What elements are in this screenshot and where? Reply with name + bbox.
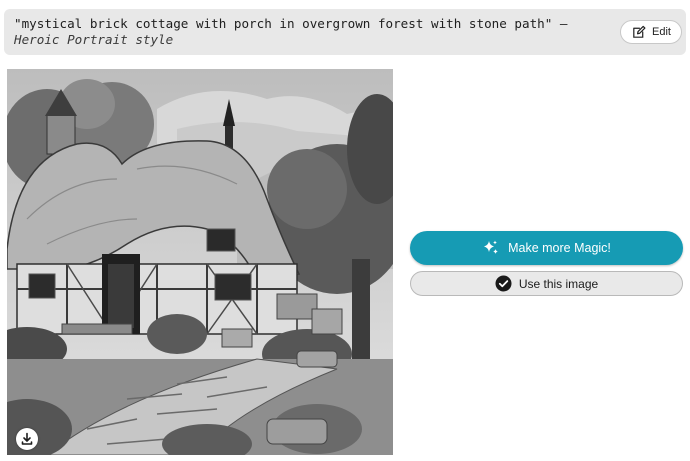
- download-icon: [21, 432, 33, 445]
- check-circle-icon: [495, 275, 512, 292]
- prompt-text: "mystical brick cottage with porch in ov…: [14, 16, 604, 47]
- make-more-magic-label: Make more Magic!: [508, 241, 611, 255]
- edit-square-icon: [633, 25, 646, 38]
- prompt-style: Heroic Portrait style: [14, 31, 174, 47]
- generated-image[interactable]: [7, 69, 393, 455]
- download-button[interactable]: [16, 428, 38, 450]
- prompt-separator: —: [552, 16, 568, 31]
- edit-button-label: Edit: [652, 26, 671, 38]
- prompt-bar: "mystical brick cottage with porch in ov…: [4, 9, 686, 55]
- prompt-quote: "mystical brick cottage with porch in ov…: [14, 16, 553, 31]
- use-this-image-button[interactable]: Use this image: [410, 271, 683, 296]
- make-more-magic-button[interactable]: Make more Magic!: [410, 231, 683, 265]
- cottage-illustration: [7, 69, 393, 455]
- edit-button[interactable]: Edit: [620, 20, 682, 44]
- sparkles-icon: [484, 240, 499, 254]
- use-this-image-label: Use this image: [518, 276, 599, 291]
